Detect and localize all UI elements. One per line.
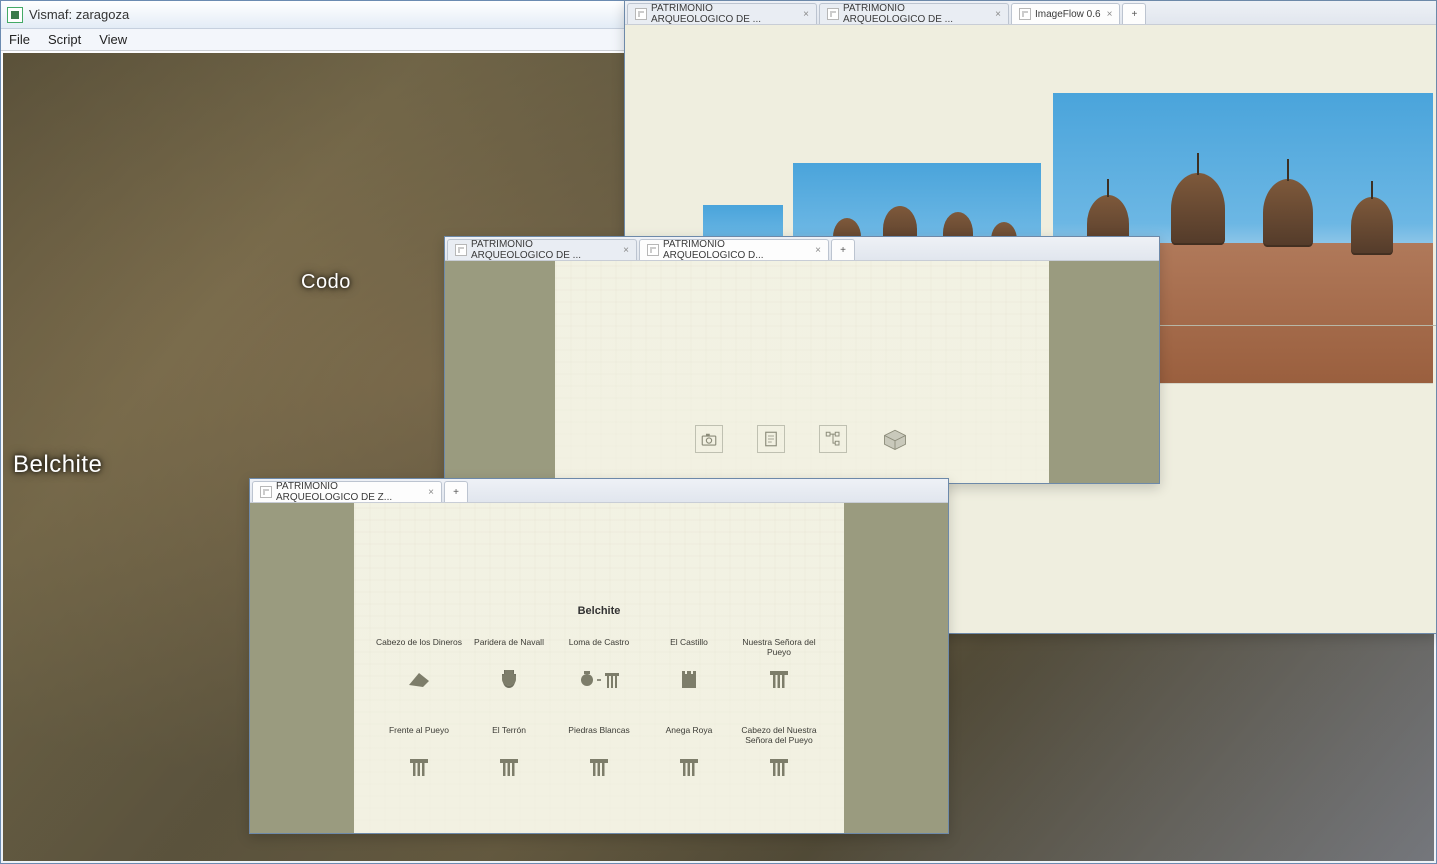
map-label-belchite: Belchite — [13, 451, 102, 479]
site-cabezo-ns-pueyo[interactable]: Cabezo del Nuestra Señora del Pueyo — [734, 725, 824, 779]
page-title: Belchite — [578, 605, 621, 617]
map-label-codo: Codo — [301, 271, 351, 294]
tab-label: PATRIMONIO ARQUEOLOGICO DE ... — [471, 239, 617, 261]
side-right — [1049, 261, 1159, 483]
site-paridera-navall[interactable]: Paridera de Navall — [464, 637, 554, 691]
new-tab-button[interactable]: + — [444, 481, 468, 502]
tabstrip: PATRIMONIO ARQUEOLOGICO DE Z... × + — [250, 479, 948, 503]
page-icon — [635, 8, 647, 20]
site-label: Anega Roya — [666, 725, 713, 747]
patrimonio-page: Belchite Cabezo de los Dineros Paridera … — [250, 503, 948, 833]
tab-label: PATRIMONIO ARQUEOLOGICO DE Z... — [276, 481, 422, 503]
tab-label: PATRIMONIO ARQUEOLOGICO DE ... — [843, 3, 989, 25]
page-icon — [455, 244, 467, 256]
site-grid: Cabezo de los Dineros Paridera de Navall… — [374, 637, 824, 779]
side-right — [844, 503, 948, 833]
tab-patrimonio-b[interactable]: PATRIMONIO ARQUEOLOGICO D... × — [639, 239, 829, 260]
site-anega-roya[interactable]: Anega Roya — [644, 725, 734, 779]
column-icon — [675, 755, 703, 779]
column-icon — [765, 667, 793, 691]
side-left — [250, 503, 354, 833]
site-frente-pueyo[interactable]: Frente al Pueyo — [374, 725, 464, 779]
tab-patrimonio-a[interactable]: PATRIMONIO ARQUEOLOGICO DE ... × — [447, 239, 637, 260]
window-title: Vismaf: zaragoza — [29, 7, 129, 22]
menu-script[interactable]: Script — [48, 32, 81, 47]
toolbar — [695, 425, 909, 459]
content — [555, 261, 1049, 483]
page-icon — [1019, 8, 1031, 20]
urn-icon — [495, 667, 523, 691]
site-label: El Terrón — [492, 725, 526, 747]
urn-column-icon — [577, 667, 621, 691]
close-icon[interactable]: × — [815, 245, 821, 256]
tab-label: ImageFlow 0.6 — [1035, 9, 1101, 20]
menu-file[interactable]: File — [9, 32, 30, 47]
close-icon[interactable]: × — [1107, 9, 1113, 20]
close-icon[interactable]: × — [803, 9, 809, 20]
model3d-icon[interactable] — [881, 425, 909, 453]
site-loma-castro[interactable]: Loma de Castro — [554, 637, 644, 691]
site-label: El Castillo — [670, 637, 708, 659]
site-label: Paridera de Navall — [474, 637, 544, 659]
site-ns-pueyo[interactable]: Nuestra Señora del Pueyo — [734, 637, 824, 691]
close-icon[interactable]: × — [428, 487, 434, 498]
close-icon[interactable]: × — [995, 9, 1001, 20]
site-label: Piedras Blancas — [568, 725, 629, 747]
site-label: Nuestra Señora del Pueyo — [734, 637, 824, 659]
patrimonio-lower-window: PATRIMONIO ARQUEOLOGICO DE Z... × + Belc… — [249, 478, 949, 834]
camera-icon[interactable] — [695, 425, 723, 453]
column-icon — [495, 755, 523, 779]
column-icon — [405, 755, 433, 779]
site-piedras-blancas[interactable]: Piedras Blancas — [554, 725, 644, 779]
site-label: Frente al Pueyo — [389, 725, 449, 747]
fragment-icon — [405, 667, 433, 691]
page-icon — [827, 8, 839, 20]
tabstrip: PATRIMONIO ARQUEOLOGICO DE ... × PATRIMO… — [445, 237, 1159, 261]
site-label: Loma de Castro — [569, 637, 629, 659]
tab-patrimonio-2[interactable]: PATRIMONIO ARQUEOLOGICO DE ... × — [819, 3, 1009, 24]
new-tab-button[interactable]: + — [831, 239, 855, 260]
tree-icon[interactable] — [819, 425, 847, 453]
content: Belchite Cabezo de los Dineros Paridera … — [354, 503, 844, 833]
patrimonio-page — [445, 261, 1159, 483]
site-label: Cabezo del Nuestra Señora del Pueyo — [734, 725, 824, 747]
app-icon — [7, 7, 23, 23]
site-cabezo-dineros[interactable]: Cabezo de los Dineros — [374, 637, 464, 691]
column-icon — [585, 755, 613, 779]
site-label: Cabezo de los Dineros — [376, 637, 462, 659]
new-tab-button[interactable]: + — [1122, 3, 1146, 24]
tower-icon — [675, 667, 703, 691]
page-icon — [647, 244, 659, 256]
site-el-terron[interactable]: El Terrón — [464, 725, 554, 779]
tab-imageflow[interactable]: ImageFlow 0.6 × — [1011, 3, 1120, 24]
menu-view[interactable]: View — [99, 32, 127, 47]
patrimonio-upper-window: PATRIMONIO ARQUEOLOGICO DE ... × PATRIMO… — [444, 236, 1160, 484]
site-el-castillo[interactable]: El Castillo — [644, 637, 734, 691]
tab-patrimonio-1[interactable]: PATRIMONIO ARQUEOLOGICO DE ... × — [627, 3, 817, 24]
column-icon — [765, 755, 793, 779]
close-icon[interactable]: × — [623, 245, 629, 256]
page-icon — [260, 486, 272, 498]
tab-label: PATRIMONIO ARQUEOLOGICO DE ... — [651, 3, 797, 25]
document-icon[interactable] — [757, 425, 785, 453]
tabstrip: PATRIMONIO ARQUEOLOGICO DE ... × PATRIMO… — [625, 1, 1436, 25]
tab-patrimonio-z[interactable]: PATRIMONIO ARQUEOLOGICO DE Z... × — [252, 481, 442, 502]
side-left — [445, 261, 555, 483]
tab-label: PATRIMONIO ARQUEOLOGICO D... — [663, 239, 809, 261]
